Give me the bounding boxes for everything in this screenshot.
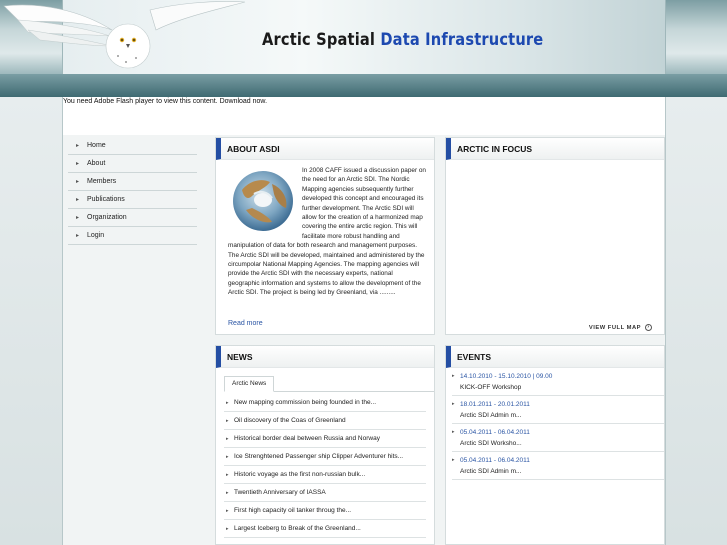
arrow-right-icon: ▸ [452, 429, 455, 435]
sidebar-item-label: Members [87, 178, 117, 185]
arrow-right-icon: ▸ [76, 233, 80, 239]
news-item-text: Twentieth Anniversary of IASSA [234, 489, 326, 496]
view-full-map-label: VIEW FULL MAP [588, 324, 641, 331]
header-band [0, 74, 727, 97]
site-title: Arctic Spatial Data Infrastructure [262, 30, 543, 50]
sidebar-item-about[interactable]: ▸ About [68, 155, 197, 173]
arrow-right-icon: ▸ [452, 457, 455, 463]
news-item-text: Ice Strenghtened Passenger ship Clipper … [234, 453, 404, 460]
news-tab-strip: Arctic News [224, 376, 434, 392]
sidebar-item-label: Login [87, 232, 105, 239]
site-title-part1: Arctic Spatial [262, 30, 376, 50]
news-item[interactable]: ▸ Ice Strenghtened Passenger ship Clipper… [224, 448, 426, 466]
about-body: In 2008 CAFF issued a discussion paper o… [216, 160, 434, 298]
about-panel: ABOUT ASDI In 2008 CAFF issued a discuss… [215, 137, 435, 335]
arrow-right-icon: ▸ [226, 399, 229, 406]
view-full-map-link[interactable]: VIEW FULL MAP › [589, 324, 652, 331]
sidebar-item-label: About [87, 160, 106, 167]
news-item-text: Largest Iceberg to Break of the Greenlan… [234, 525, 361, 532]
news-item[interactable]: ▸ Historic voyage as the first non-russia… [224, 466, 426, 484]
arrow-circle-right-icon: › [645, 324, 652, 331]
arrow-right-icon: ▸ [76, 161, 80, 167]
left-gutter [0, 97, 62, 545]
news-item-text: New mapping commission being founded in … [234, 399, 376, 406]
event-date: ▸ 18.01.2011 - 20.01.2011 [452, 398, 664, 410]
sidebar-nav: ▸ Home ▸ About ▸ Members ▸ Publications … [68, 137, 197, 245]
arrow-right-icon: ▸ [76, 215, 80, 221]
focus-heading: ARCTIC IN FOCUS [446, 138, 664, 160]
event-item[interactable]: ▸ 05.04.2011 - 06.04.2011 Arctic SDI Work… [452, 424, 664, 452]
news-item[interactable]: ▸ Oil discovery of the Coas of Greenland [224, 412, 426, 430]
arrow-right-icon: ▸ [226, 435, 229, 442]
sidebar-item-home[interactable]: ▸ Home [68, 137, 197, 155]
arctic-globe-image [233, 171, 293, 231]
news-item[interactable]: ▸ Largest Iceberg to Break of the Greenla… [224, 520, 426, 538]
event-title: Arctic SDI Admin m... [460, 468, 522, 475]
event-title: Arctic SDI Admin m... [460, 412, 522, 419]
sidebar-item-label: Home [87, 142, 106, 149]
event-date-text: 05.04.2011 - 06.04.2011 [460, 428, 530, 436]
arctic-in-focus-panel: ARCTIC IN FOCUS VIEW FULL MAP › [445, 137, 665, 335]
event-date: ▸ 14.10.2010 - 15.10.2010 | 09.00 [452, 370, 664, 382]
arrow-right-icon: ▸ [226, 471, 229, 478]
arrow-right-icon: ▸ [226, 453, 229, 460]
event-title: Arctic SDI Worksho... [460, 440, 522, 447]
news-item-text: Historical border deal between Russia an… [234, 435, 380, 442]
arrow-right-icon: ▸ [452, 401, 455, 407]
news-item[interactable]: ▸ Twentieth Anniversary of IASSA [224, 484, 426, 502]
sidebar-item-organization[interactable]: ▸ Organization [68, 209, 197, 227]
news-heading: NEWS [216, 346, 434, 368]
arrow-right-icon: ▸ [452, 373, 455, 379]
arrow-right-icon: ▸ [226, 489, 229, 496]
read-more-link[interactable]: Read more [228, 320, 263, 327]
site-header: Arctic Spatial Data Infrastructure [0, 0, 727, 97]
event-item[interactable]: ▸ 14.10.2010 - 15.10.2010 | 09.00 KICK-OF… [452, 368, 664, 396]
news-list: ▸ New mapping commission being founded in… [224, 394, 426, 538]
event-title: KICK-OFF Workshop [460, 384, 522, 391]
sidebar-item-label: Organization [87, 214, 127, 221]
news-panel: NEWS Arctic News ▸ New mapping commission… [215, 345, 435, 545]
site-title-part2: Data Infrastructure [380, 30, 544, 50]
flash-notice[interactable]: You need Adobe Flash player to view this… [62, 97, 666, 135]
sidebar-item-login[interactable]: ▸ Login [68, 227, 197, 245]
arrow-right-icon: ▸ [76, 143, 80, 149]
news-item-text: First high capacity oil tanker throug th… [234, 507, 352, 514]
event-date: ▸ 05.04.2011 - 06.04.2011 [452, 426, 664, 438]
event-date-text: 14.10.2010 - 15.10.2010 | 09.00 [460, 372, 553, 380]
arrow-right-icon: ▸ [76, 179, 80, 185]
news-item-text: Historic voyage as the first non-russian… [234, 471, 366, 478]
right-gutter [666, 97, 727, 545]
event-date-text: 05.04.2011 - 06.04.2011 [460, 456, 530, 464]
arrow-right-icon: ▸ [76, 197, 80, 203]
news-item-text: Oil discovery of the Coas of Greenland [234, 417, 346, 424]
event-item[interactable]: ▸ 18.01.2011 - 20.01.2011 Arctic SDI Admi… [452, 396, 664, 424]
arrow-right-icon: ▸ [226, 525, 229, 532]
arrow-right-icon: ▸ [226, 417, 229, 424]
news-item[interactable]: ▸ Historical border deal between Russia a… [224, 430, 426, 448]
event-item[interactable]: ▸ 05.04.2011 - 06.04.2011 Arctic SDI Admi… [452, 452, 664, 480]
event-date-text: 18.01.2011 - 20.01.2011 [460, 400, 530, 408]
sidebar-item-label: Publications [87, 196, 125, 203]
main-content: ▸ Home ▸ About ▸ Members ▸ Publications … [62, 135, 666, 545]
events-panel: EVENTS ▸ 14.10.2010 - 15.10.2010 | 09.00 … [445, 345, 665, 545]
news-item[interactable]: ▸ New mapping commission being founded in… [224, 394, 426, 412]
tab-arctic-news[interactable]: Arctic News [224, 376, 275, 392]
about-heading: ABOUT ASDI [216, 138, 434, 160]
about-paragraph-2: The Arctic SDI will be developed, mainta… [228, 251, 425, 297]
news-item[interactable]: ▸ First high capacity oil tanker throug t… [224, 502, 426, 520]
snowy-owl-logo [3, 1, 246, 69]
arrow-right-icon: ▸ [226, 507, 229, 514]
sidebar-item-members[interactable]: ▸ Members [68, 173, 197, 191]
event-date: ▸ 05.04.2011 - 06.04.2011 [452, 454, 664, 466]
events-heading: EVENTS [446, 346, 664, 368]
sidebar-item-publications[interactable]: ▸ Publications [68, 191, 197, 209]
